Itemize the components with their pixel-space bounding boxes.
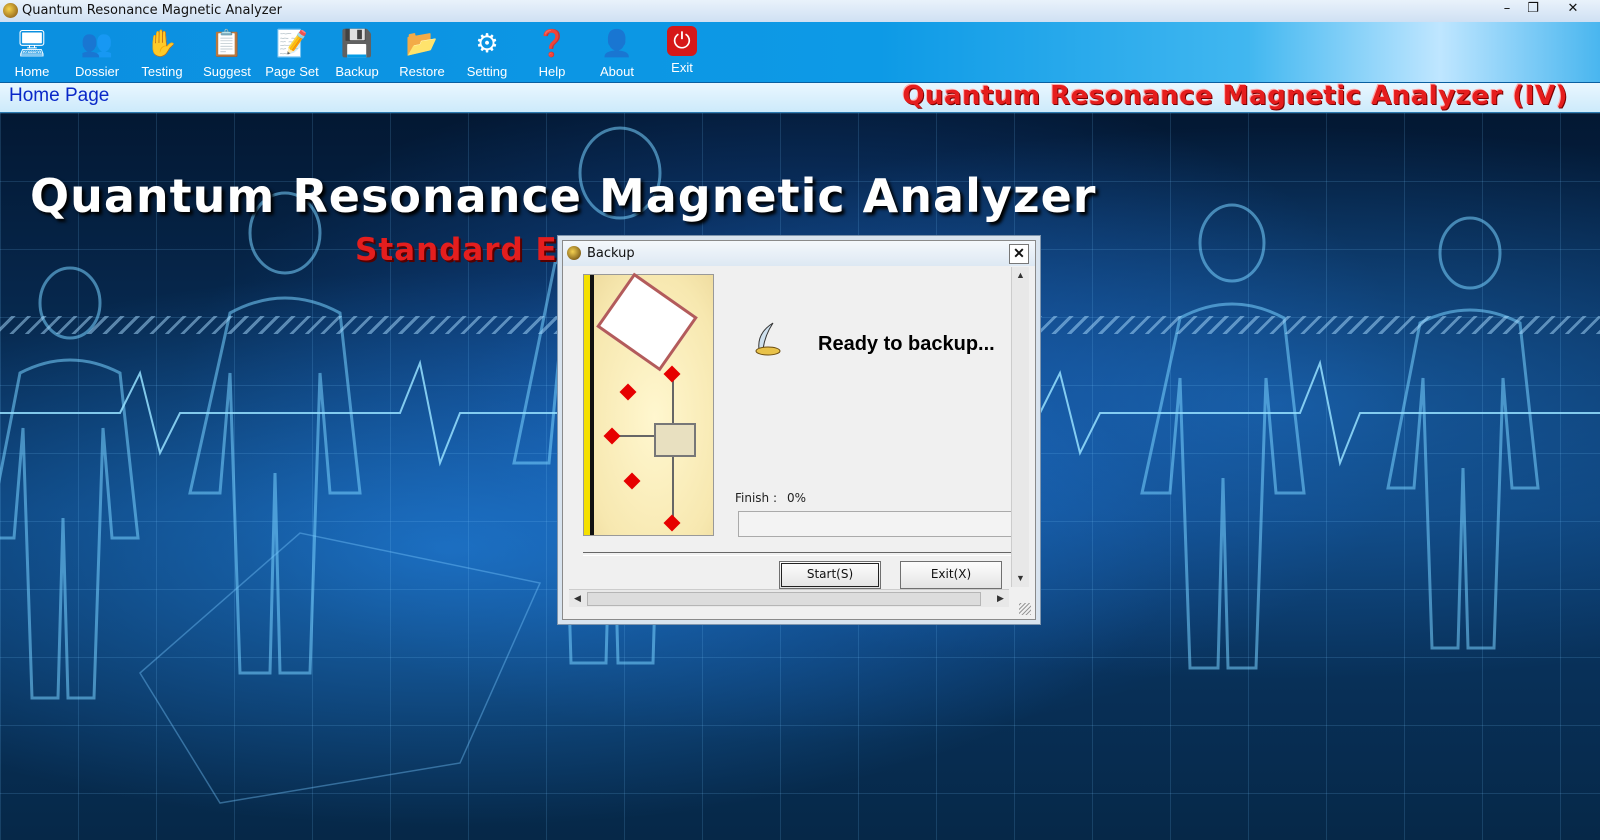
toolbar-label: Restore	[399, 64, 445, 79]
toolbar-testing-button[interactable]: ✋ Testing	[131, 24, 193, 80]
scroll-thumb[interactable]	[587, 592, 981, 606]
scroll-up-icon[interactable]: ▲	[1012, 267, 1029, 284]
toolbar-label: Backup	[335, 64, 379, 79]
toolbar-label: Page Set	[265, 64, 319, 79]
about-icon: 👤	[600, 28, 634, 58]
divider	[583, 552, 1013, 556]
toolbar-label: Dossier	[74, 64, 120, 79]
finish-value: 0%	[787, 491, 807, 505]
minimize-button[interactable]: –	[1494, 0, 1520, 18]
dialog-title: Backup	[587, 246, 635, 261]
toolbar-about-button[interactable]: 👤 About	[586, 24, 648, 80]
backup-dialog: Backup ✕ Ready to backup... Finish : 0% …	[562, 240, 1036, 620]
close-button[interactable]: ✕	[1560, 0, 1586, 18]
node-diamond-icon	[623, 472, 641, 490]
node-diamond-icon	[663, 514, 681, 532]
scroll-left-icon[interactable]: ◀	[569, 590, 586, 607]
toolbar-help-button[interactable]: ❓ Help	[521, 24, 583, 80]
toolbar-dossier-button[interactable]: 👥 Dossier	[66, 24, 128, 80]
toolbar-suggest-button[interactable]: 📋 Suggest	[196, 24, 258, 80]
toolbar-restore-button[interactable]: 📂 Restore	[391, 24, 453, 80]
breadcrumb: Home Page	[9, 85, 110, 106]
help-icon: ❓	[535, 28, 569, 58]
hand-icon: ✋	[145, 28, 179, 58]
toolbar-backup-button[interactable]: 💾 Backup	[326, 24, 388, 80]
brand-title: Quantum Resonance Magnetic Analyzer (IV)	[902, 81, 1568, 111]
toolbar-setting-button[interactable]: ⚙ Setting	[456, 24, 518, 80]
toolbar-home-button[interactable]: 🖥 Home	[1, 24, 63, 80]
node-diamond-icon	[619, 383, 637, 401]
dialog-close-button[interactable]: ✕	[1009, 244, 1029, 264]
gear-icon: ⚙	[475, 28, 499, 58]
page-edit-icon: 📝	[275, 28, 309, 58]
hero-title: Quantum Resonance Magnetic Analyzer	[30, 169, 1097, 223]
main-toolbar: 🖥 Home 👥 Dossier ✋ Testing 📋 Suggest 📝 P…	[0, 22, 1600, 83]
resize-grip-icon[interactable]	[1019, 603, 1031, 615]
scroll-down-icon[interactable]: ▼	[1012, 570, 1029, 587]
toolbar-label: Suggest	[203, 64, 251, 79]
toolbar-label: About	[600, 64, 634, 79]
home-icon: 🖥	[15, 28, 49, 58]
node-diamond-icon	[663, 365, 681, 383]
toolbar-label: Setting	[466, 64, 508, 79]
toolbar-label: Testing	[141, 64, 183, 79]
toolbar-label: Home	[14, 64, 50, 79]
toolbar-label: Help	[538, 64, 566, 79]
finish-label: Finish :	[735, 491, 778, 505]
node-diamond-icon	[603, 427, 621, 445]
horizontal-scrollbar[interactable]: ◀ ▶	[569, 589, 1009, 607]
restore-button[interactable]: ❐	[1520, 0, 1546, 18]
toolbar-label: Exit	[671, 60, 693, 75]
power-icon: ⏻	[667, 26, 697, 56]
start-button[interactable]: Start(S)	[779, 561, 881, 589]
backup-icon: 💾	[340, 28, 374, 58]
vertical-scrollbar[interactable]: ▲ ▼	[1011, 267, 1029, 587]
toolbar-exit-button[interactable]: ⏻ Exit	[651, 24, 713, 80]
backup-progress-bar	[738, 511, 1016, 537]
exit-button[interactable]: Exit(X)	[900, 561, 1002, 589]
quill-icon	[755, 322, 781, 356]
decorative-bar	[584, 275, 594, 535]
backup-illustration	[583, 272, 714, 536]
breadcrumb-bar: Home Page Quantum Resonance Magnetic Ana…	[0, 81, 1600, 113]
clipboard-icon	[596, 272, 698, 372]
window-title-bar: Quantum Resonance Magnetic Analyzer – ❐ …	[0, 0, 1600, 23]
computer-icon	[654, 423, 696, 457]
app-icon	[3, 3, 18, 18]
hero-subtitle: Standard E	[355, 232, 558, 268]
app-icon	[567, 246, 581, 260]
window-title: Quantum Resonance Magnetic Analyzer	[22, 3, 282, 18]
status-message: Ready to backup...	[818, 333, 995, 355]
users-icon: 👥	[80, 28, 114, 58]
restore-icon: 📂	[405, 28, 439, 58]
scroll-right-icon[interactable]: ▶	[992, 590, 1009, 607]
document-icon: 📋	[210, 28, 244, 58]
toolbar-page-set-button[interactable]: 📝 Page Set	[261, 24, 323, 80]
dialog-title-bar: Backup ✕	[563, 241, 1035, 266]
